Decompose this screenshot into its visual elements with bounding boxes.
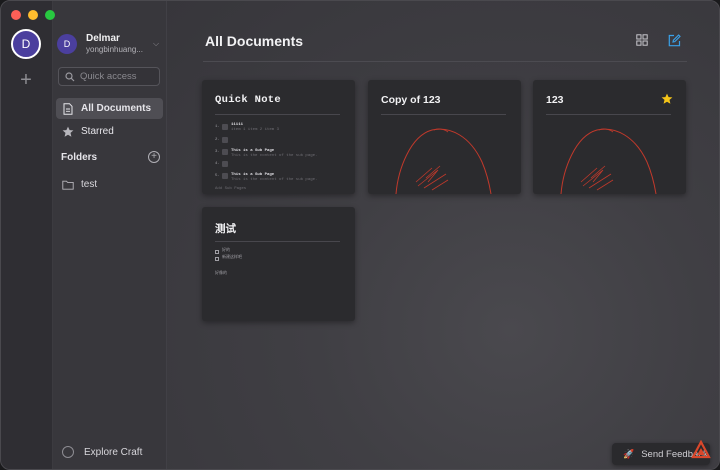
brand-logo-icon xyxy=(691,440,711,459)
folders-title: Folders xyxy=(61,151,98,163)
compass-icon xyxy=(62,446,74,458)
user-name: Delmar xyxy=(86,33,120,44)
document-card-copy-of-123[interactable]: Copy of 123 xyxy=(368,80,521,194)
maximize-window-button[interactable] xyxy=(45,10,55,20)
document-card-quick-note[interactable]: Quick Note 1. 11111 item 1 item 2 item 3… xyxy=(202,80,355,194)
compose-icon xyxy=(668,33,681,46)
header-divider xyxy=(203,61,687,62)
sidebar-item-label: test xyxy=(81,179,98,190)
card-divider xyxy=(546,114,671,115)
sidebar-item-label: Starred xyxy=(81,126,114,137)
checkbox-icon xyxy=(215,250,219,254)
explore-craft-link[interactable]: Explore Craft xyxy=(62,446,142,458)
preview-line: 好的 xyxy=(222,249,230,253)
card-divider xyxy=(381,114,506,115)
close-window-button[interactable] xyxy=(11,10,21,20)
sidebar-item-all-documents[interactable]: All Documents xyxy=(56,98,163,119)
star-icon[interactable] xyxy=(661,92,673,110)
add-space-button[interactable]: + xyxy=(16,70,36,90)
quick-access-search[interactable] xyxy=(58,67,160,86)
sketch-preview xyxy=(395,128,492,194)
page-icon xyxy=(222,173,228,179)
preview-line: 好像的 xyxy=(215,272,227,276)
preview-line: This is the content of the sub page. xyxy=(231,154,318,158)
main-content: All Documents Quick Note 1. 11111 item 1… xyxy=(167,1,719,469)
folder-icon xyxy=(62,179,74,191)
grid-icon xyxy=(636,34,648,46)
document-card-123[interactable]: 123 xyxy=(533,80,686,194)
user-switcher[interactable]: D Delmar yongbinhuang... ⌵ xyxy=(57,31,163,57)
space-rail: D + xyxy=(1,1,53,469)
search-input[interactable] xyxy=(80,71,160,82)
space-avatar[interactable]: D xyxy=(11,29,41,59)
card-divider xyxy=(215,114,340,115)
preview-line: item 1 item 2 item 3 xyxy=(231,128,280,132)
document-title: Quick Note xyxy=(215,94,282,106)
sidebar: D Delmar yongbinhuang... ⌵ All D xyxy=(53,1,167,469)
rocket-icon: 🚀 xyxy=(623,448,635,459)
app-window: D + D Delmar yongbinhuang... ⌵ Quick acc… xyxy=(0,0,720,470)
minimize-window-button[interactable] xyxy=(28,10,38,20)
document-title: 123 xyxy=(546,94,564,106)
star-icon xyxy=(62,126,74,138)
sketch-preview xyxy=(560,128,657,194)
page-icon xyxy=(222,149,228,155)
sidebar-item-label: All Documents xyxy=(81,103,152,114)
list-number: 1. xyxy=(215,125,220,129)
document-card-test-cn[interactable]: 测试 好的 新建这样吧 好像的 xyxy=(202,207,355,321)
user-subtitle: yongbinhuang... xyxy=(86,45,143,54)
page-icon xyxy=(222,137,228,143)
search-icon xyxy=(65,71,75,81)
explore-label: Explore Craft xyxy=(84,446,143,458)
preview-line: 新建这样吧 xyxy=(222,256,242,260)
list-number: 5. xyxy=(215,174,220,178)
checkbox-icon xyxy=(215,257,219,261)
page-icon xyxy=(222,161,228,167)
new-document-button[interactable] xyxy=(666,32,682,48)
user-avatar: D xyxy=(57,34,77,54)
preview-line: Add Sub Pages xyxy=(215,187,247,191)
grid-view-button[interactable] xyxy=(634,32,650,48)
page-icon xyxy=(222,124,228,130)
list-number: 3. xyxy=(215,150,220,154)
add-folder-button[interactable]: + xyxy=(148,151,160,163)
list-number: 2. xyxy=(215,138,220,142)
document-icon xyxy=(62,102,74,115)
folders-header: Folders + xyxy=(61,151,160,163)
sidebar-item-folder-test[interactable]: test xyxy=(56,174,163,195)
user-info: Delmar yongbinhuang... xyxy=(86,33,148,55)
sidebar-item-starred[interactable]: Starred xyxy=(56,121,163,142)
preview-line: This is the content of the sub page. xyxy=(231,178,318,182)
card-divider xyxy=(215,241,340,242)
page-title: All Documents xyxy=(205,33,304,49)
list-number: 4. xyxy=(215,162,220,166)
window-controls xyxy=(11,10,55,20)
chevron-down-icon: ⌵ xyxy=(153,39,160,48)
document-title: Copy of 123 xyxy=(381,94,441,106)
document-title: 测试 xyxy=(215,223,236,235)
